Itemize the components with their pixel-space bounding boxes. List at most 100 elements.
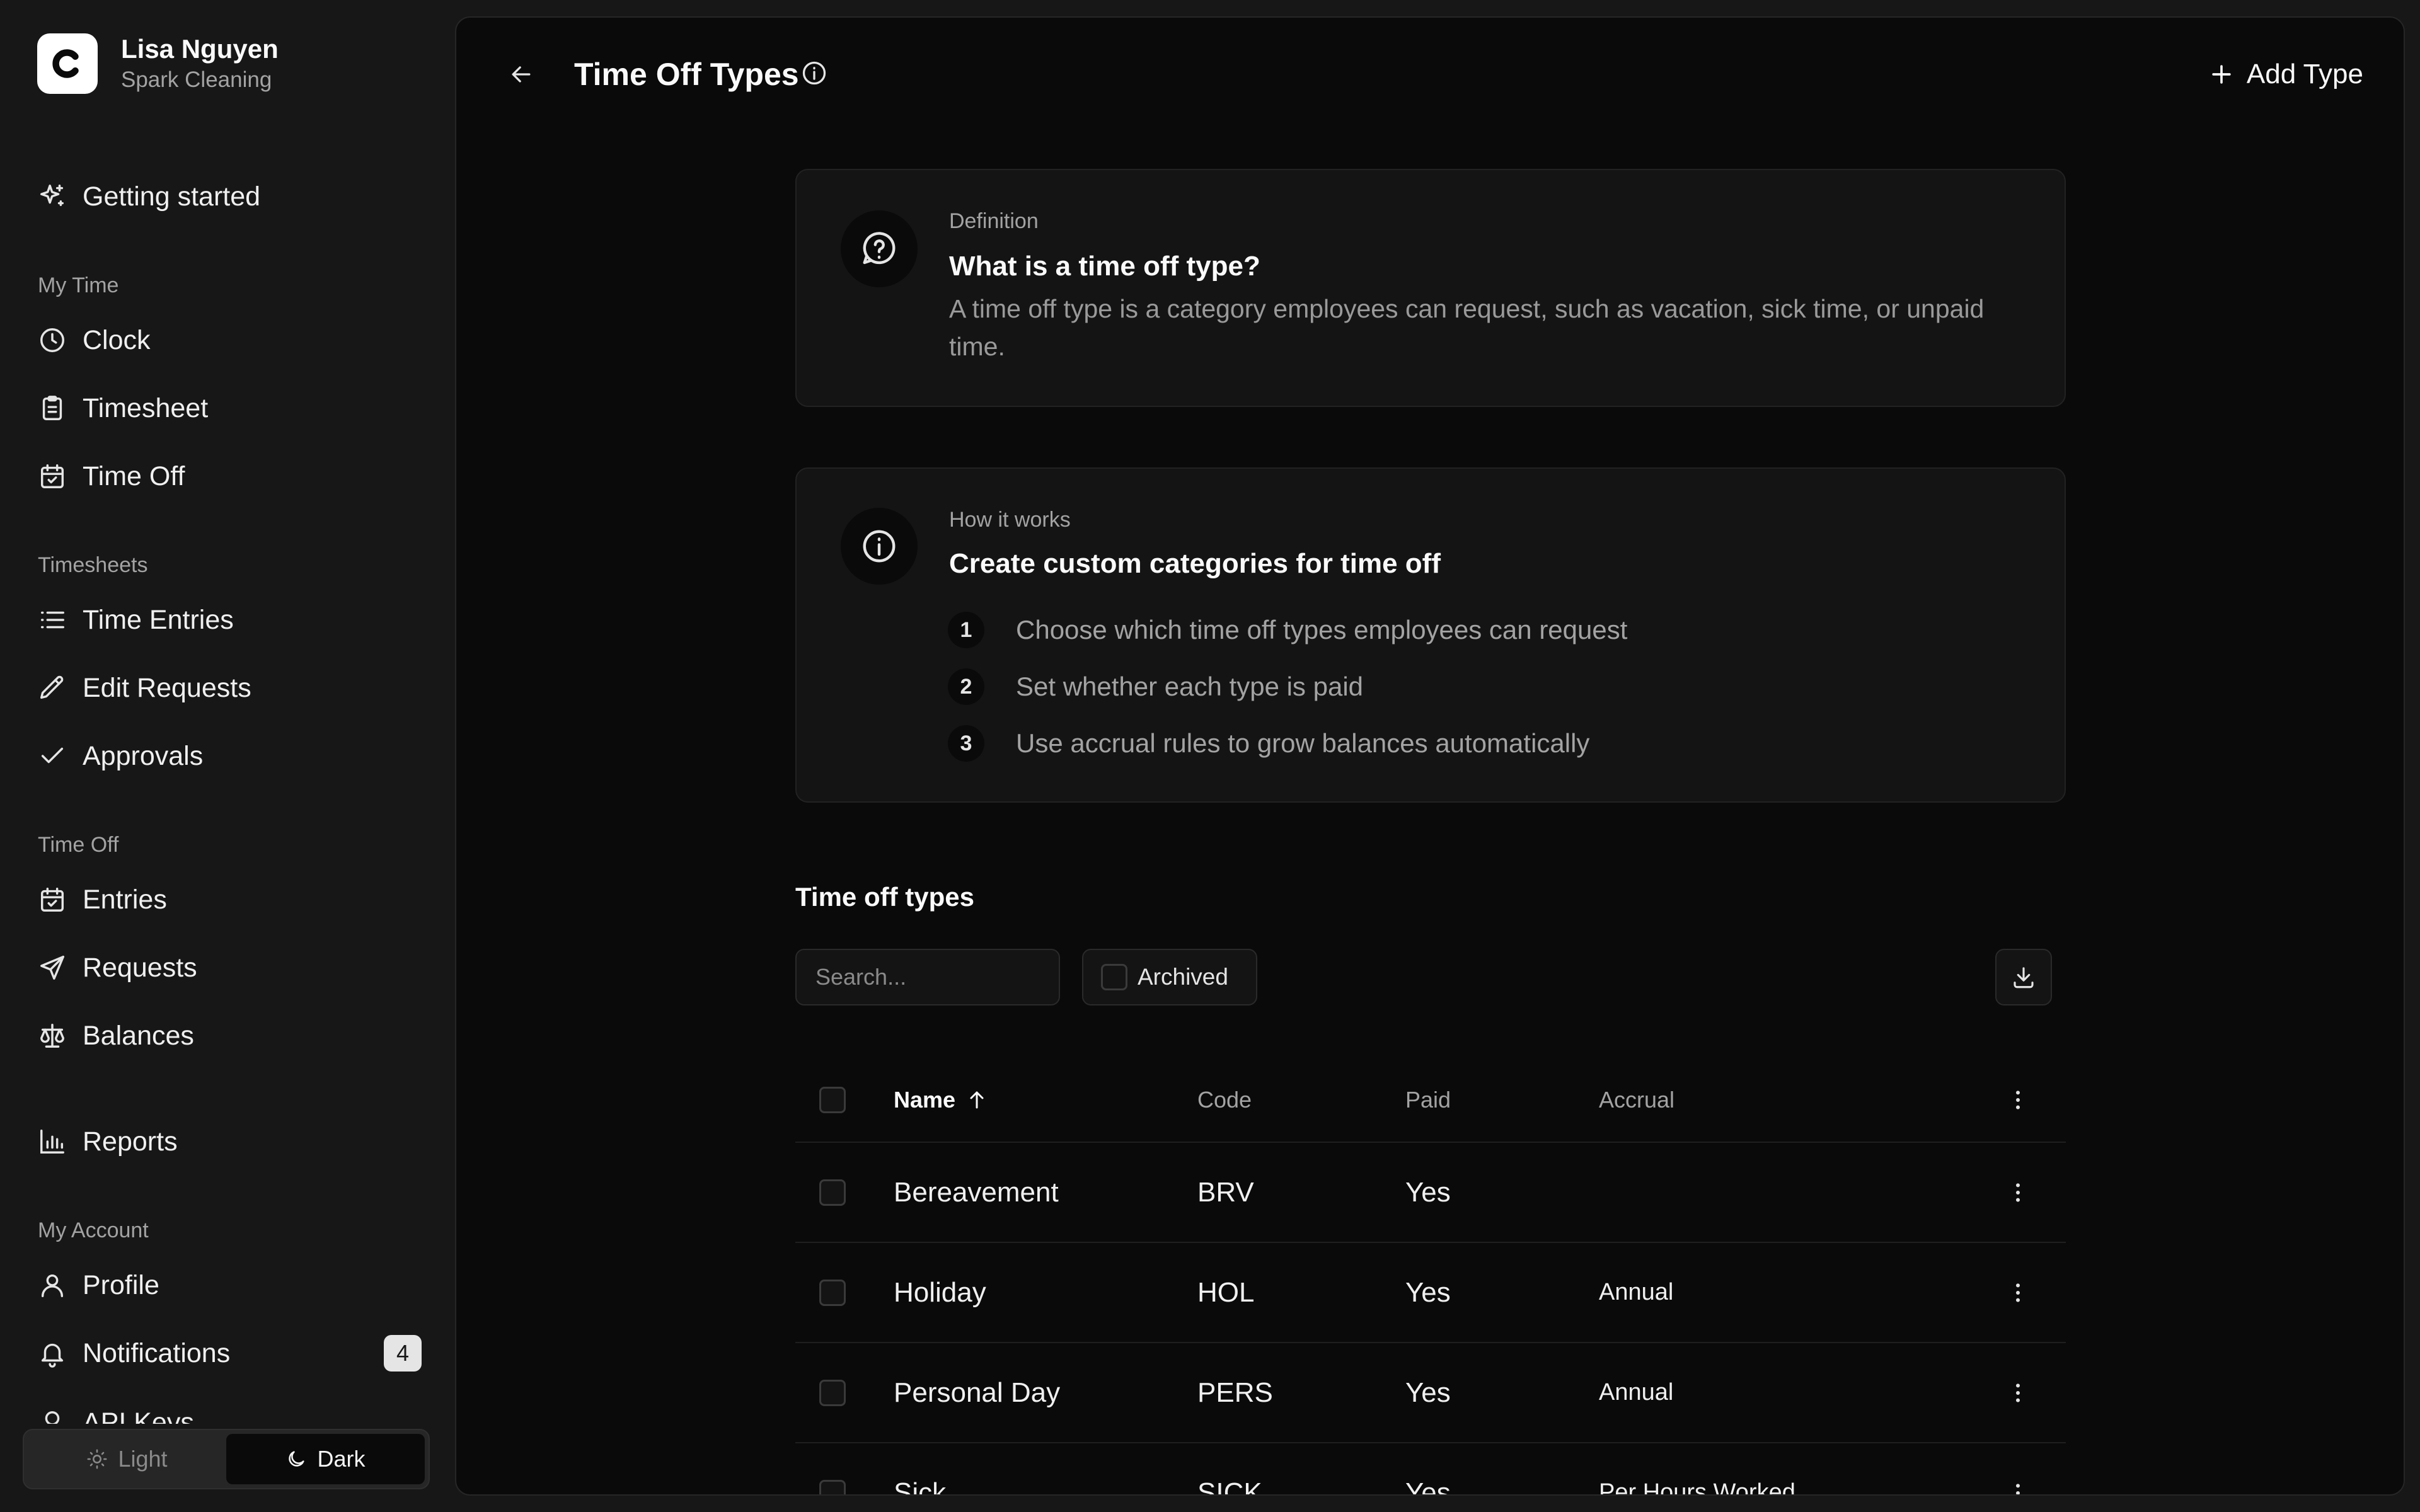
column-header-code[interactable]: Code xyxy=(1197,1087,1252,1113)
row-checkbox[interactable] xyxy=(819,1279,846,1306)
bar-chart-icon xyxy=(37,1126,67,1157)
theme-light-label: Light xyxy=(118,1446,168,1472)
nav-balances[interactable]: Balances xyxy=(37,1017,428,1055)
nav-timesheet[interactable]: Timesheet xyxy=(37,389,428,427)
table-row[interactable]: Personal Day PERS Yes Annual xyxy=(795,1342,2066,1442)
info-icon[interactable] xyxy=(800,59,828,87)
how-heading: Create custom categories for time off xyxy=(949,548,1441,579)
columns-menu-button[interactable] xyxy=(1999,1058,2037,1142)
step-number: 2 xyxy=(948,668,984,705)
cell-paid: Yes xyxy=(1405,1276,1451,1308)
table-row[interactable]: Holiday HOL Yes Annual xyxy=(795,1242,2066,1342)
nav-time-entries[interactable]: Time Entries xyxy=(37,601,428,639)
cell-accrual: Per Hours Worked xyxy=(1599,1479,1795,1496)
scale-icon xyxy=(37,1021,67,1051)
nav-edit-requests[interactable]: Edit Requests xyxy=(37,669,428,707)
nav-label: Reports xyxy=(83,1126,178,1157)
sun-icon xyxy=(86,1448,108,1470)
bell-icon xyxy=(37,1338,67,1368)
nav-requests[interactable]: Requests xyxy=(37,949,428,987)
theme-light-option[interactable]: Light xyxy=(28,1434,226,1484)
section-label-my-account: My Account xyxy=(38,1218,149,1242)
cell-accrual: Annual xyxy=(1599,1279,1674,1305)
row-menu-button[interactable] xyxy=(1999,1243,2037,1342)
more-vertical-icon xyxy=(2005,1280,2031,1305)
main-panel: Time Off Types Add Type Definition What … xyxy=(455,16,2405,1496)
theme-toggle: Light Dark xyxy=(23,1429,430,1489)
add-type-button[interactable]: Add Type xyxy=(2208,53,2363,96)
cell-code: SICK xyxy=(1197,1477,1262,1496)
account-switcher[interactable]: Lisa Nguyen Spark Cleaning xyxy=(37,32,279,95)
check-icon xyxy=(37,741,67,771)
plus-icon xyxy=(2208,60,2235,88)
nav-getting-started[interactable]: Getting started xyxy=(37,178,428,215)
nav-profile[interactable]: Profile xyxy=(37,1266,428,1304)
more-vertical-icon xyxy=(2005,1180,2031,1205)
table-row[interactable]: Bereavement BRV Yes xyxy=(795,1142,2066,1242)
nav-api-keys-partial[interactable]: API Keys xyxy=(0,1405,454,1424)
more-vertical-icon xyxy=(2005,1480,2031,1494)
send-icon xyxy=(37,953,67,983)
archived-checkbox[interactable] xyxy=(1101,964,1127,990)
step-number: 1 xyxy=(948,612,984,648)
definition-card: Definition What is a time off type? A ti… xyxy=(795,169,2066,407)
nav-label: Notifications xyxy=(83,1337,231,1368)
nav-label: Getting started xyxy=(83,181,261,212)
info-icon xyxy=(841,508,918,585)
arrow-left-icon xyxy=(507,60,535,88)
row-menu-button[interactable] xyxy=(1999,1343,2037,1442)
row-menu-button[interactable] xyxy=(1999,1143,2037,1242)
row-checkbox[interactable] xyxy=(819,1179,846,1206)
account-name: Lisa Nguyen xyxy=(121,34,279,64)
step-text: Choose which time off types employees ca… xyxy=(1016,615,1628,644)
nav-notifications[interactable]: Notifications 4 xyxy=(37,1334,428,1372)
definition-heading: What is a time off type? xyxy=(949,251,1260,282)
cell-code: HOL xyxy=(1197,1276,1255,1308)
nav-label: Entries xyxy=(83,884,167,915)
moon-icon xyxy=(285,1448,307,1470)
nav-label: Time Off xyxy=(83,461,185,491)
column-header-accrual[interactable]: Accrual xyxy=(1599,1087,1674,1113)
nav-clock[interactable]: Clock xyxy=(37,321,428,359)
nav-label: Clock xyxy=(83,324,151,355)
table-header-row: Name Code Paid Accrual xyxy=(795,1058,2066,1142)
row-checkbox[interactable] xyxy=(819,1479,846,1494)
pencil-icon xyxy=(37,673,67,703)
section-label-my-time: My Time xyxy=(38,273,119,297)
search-input[interactable] xyxy=(795,949,1060,1005)
select-all-checkbox[interactable] xyxy=(819,1087,846,1113)
list-icon xyxy=(37,605,67,635)
row-menu-button[interactable] xyxy=(1999,1443,2037,1494)
how-eyebrow: How it works xyxy=(949,508,1071,532)
download-button[interactable] xyxy=(1995,949,2052,1005)
page-title: Time Off Types xyxy=(574,57,799,92)
step-item: 1 Choose which time off types employees … xyxy=(948,611,1627,649)
nav-approvals[interactable]: Approvals xyxy=(37,737,428,775)
row-checkbox[interactable] xyxy=(819,1379,846,1406)
column-header-paid[interactable]: Paid xyxy=(1405,1087,1451,1113)
table-row[interactable]: Sick SICK Yes Per Hours Worked xyxy=(795,1442,2066,1496)
section-label-time-off: Time Off xyxy=(38,833,119,857)
cell-name: Sick xyxy=(894,1477,947,1496)
notifications-count-badge: 4 xyxy=(384,1335,422,1372)
message-question-icon xyxy=(841,210,918,287)
nav-time-off[interactable]: Time Off xyxy=(37,457,428,495)
list-title: Time off types xyxy=(795,882,974,912)
arrow-up-icon[interactable] xyxy=(965,1089,988,1111)
archived-filter[interactable]: Archived xyxy=(1082,949,1257,1005)
back-button[interactable] xyxy=(502,55,540,93)
cell-paid: Yes xyxy=(1405,1377,1451,1408)
column-header-name[interactable]: Name xyxy=(894,1058,988,1142)
theme-dark-option[interactable]: Dark xyxy=(226,1434,425,1484)
nav-entries[interactable]: Entries xyxy=(37,881,428,919)
how-it-works-card: How it works Create custom categories fo… xyxy=(795,467,2066,803)
sidebar: Lisa Nguyen Spark Cleaning Getting start… xyxy=(0,0,454,1512)
definition-eyebrow: Definition xyxy=(949,209,1039,233)
calendar-check-icon xyxy=(37,885,67,915)
step-text: Use accrual rules to grow balances autom… xyxy=(1016,728,1590,758)
step-text: Set whether each type is paid xyxy=(1016,672,1364,701)
nav-reports[interactable]: Reports xyxy=(37,1123,428,1160)
cell-paid: Yes xyxy=(1405,1176,1451,1208)
cell-code: BRV xyxy=(1197,1176,1254,1208)
sparkles-icon xyxy=(37,181,67,212)
